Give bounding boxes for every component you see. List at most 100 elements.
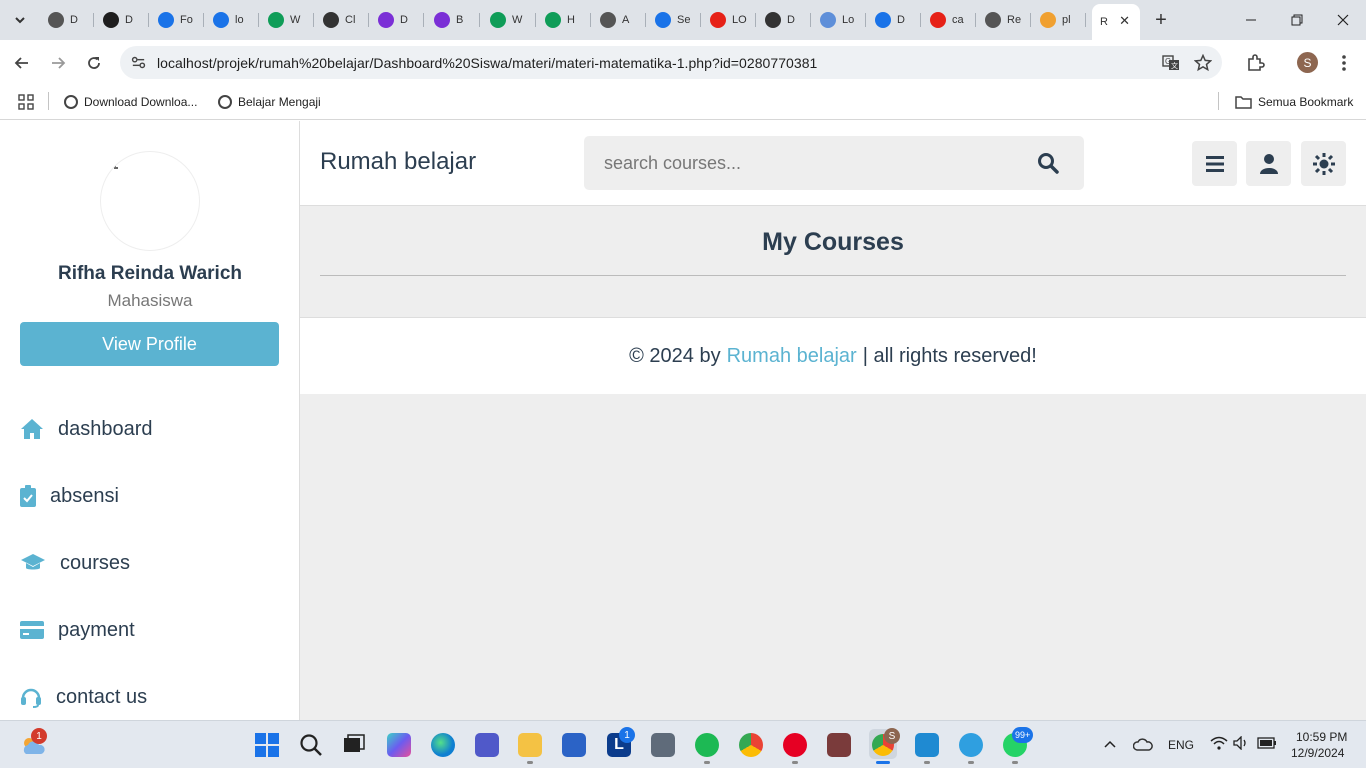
tab-active[interactable]: R ✕ [1092, 4, 1140, 40]
tab-label: H [567, 14, 575, 26]
app-icon-blue[interactable] [959, 733, 983, 757]
tab[interactable]: ca [922, 6, 976, 34]
user-button[interactable] [1246, 141, 1291, 186]
close-window-button[interactable] [1320, 0, 1366, 40]
clock-date[interactable]: 12/9/2024 [1291, 746, 1344, 760]
tab[interactable]: W [482, 6, 536, 34]
restore-button[interactable] [1274, 0, 1320, 40]
tab[interactable]: lo [205, 6, 259, 34]
language-indicator[interactable]: ENG [1168, 738, 1194, 752]
sidebar-item-courses[interactable]: courses [20, 551, 130, 575]
nodes-icon [875, 12, 891, 28]
close-tab-icon[interactable]: ✕ [1119, 13, 1130, 29]
tab[interactable]: pl [1032, 6, 1086, 34]
address-bar[interactable]: localhost/projek/rumah%20belajar/Dashboa… [120, 46, 1222, 79]
view-profile-button[interactable]: View Profile [20, 322, 279, 366]
vscode-app[interactable] [915, 733, 939, 757]
bookmark-label: Download Downloa... [84, 95, 198, 109]
tab[interactable]: H [537, 6, 591, 34]
minimize-button[interactable] [1228, 0, 1274, 40]
tab[interactable]: Re [977, 6, 1031, 34]
winrar-app[interactable] [827, 733, 851, 757]
brand-logo[interactable]: Rumah belajar [320, 148, 476, 176]
pinterest-app[interactable] [783, 733, 807, 757]
tray-overflow-chevron[interactable] [1104, 737, 1116, 751]
bolt-icon [103, 12, 119, 28]
translate-icon[interactable]: G文 [1162, 54, 1180, 72]
copilot-app[interactable] [387, 733, 411, 757]
spotify-app[interactable] [695, 733, 719, 757]
task-view-button[interactable] [342, 733, 366, 757]
profile-avatar[interactable]: S [1297, 52, 1318, 73]
tab-label: B [456, 14, 464, 26]
onedrive-tray[interactable] [1132, 737, 1153, 754]
arrow-left-icon [14, 57, 28, 69]
store-app[interactable] [562, 733, 586, 757]
sidebar-item-payment[interactable]: payment [20, 618, 135, 642]
forward-button[interactable] [45, 50, 71, 76]
footer-brand-link[interactable]: Rumah belajar [727, 345, 857, 368]
tab-label: D [400, 14, 408, 26]
apps-grid-icon[interactable] [18, 92, 34, 112]
tab[interactable]: A [592, 6, 646, 34]
courses-section: My Courses [300, 206, 1366, 316]
tab[interactable]: B [426, 6, 480, 34]
section-title: My Courses [762, 228, 904, 256]
headset-icon [20, 685, 42, 709]
sidebar-item-absensi[interactable]: absensi [20, 484, 119, 508]
tab[interactable]: Fo [150, 6, 204, 34]
wifi-tray[interactable] [1210, 736, 1228, 753]
bookmark-download[interactable]: Download Downloa... [64, 92, 197, 112]
chevron-up-icon [1104, 740, 1116, 748]
sidebar-item-dashboard[interactable]: dashboard [20, 417, 153, 441]
all-bookmarks-folder[interactable]: Semua Bookmark [1235, 92, 1353, 112]
file-explorer-app[interactable] [518, 733, 542, 757]
search-taskbar-button[interactable] [299, 733, 323, 757]
edge-app[interactable] [431, 733, 455, 757]
tab[interactable]: Se [647, 6, 701, 34]
credit-card-icon [20, 618, 44, 642]
tab-label: A [622, 14, 630, 26]
user-role: Mahasiswa [107, 291, 193, 310]
sidebar-item-contact-us[interactable]: contact us [20, 685, 147, 709]
site-info-icon[interactable] [130, 54, 147, 71]
url-text[interactable]: localhost/projek/rumah%20belajar/Dashboa… [157, 55, 817, 71]
chart-icon [820, 12, 836, 28]
start-button[interactable] [255, 733, 279, 757]
volume-tray[interactable] [1233, 735, 1249, 753]
tab[interactable]: LO [702, 6, 756, 34]
search-icon[interactable] [1037, 152, 1059, 174]
camera-app[interactable] [651, 733, 675, 757]
reload-button[interactable] [81, 50, 107, 76]
tab-search-button[interactable] [8, 8, 32, 32]
tab-separator [203, 13, 204, 27]
clock-time[interactable]: 10:59 PM [1296, 730, 1347, 744]
tab[interactable]: D [757, 6, 811, 34]
running-indicator [924, 761, 930, 764]
tab[interactable]: D [95, 6, 149, 34]
back-button[interactable] [9, 50, 35, 76]
tab-label: R [1100, 16, 1108, 28]
bookmark-star-icon[interactable] [1194, 54, 1212, 72]
theme-toggle-button[interactable] [1301, 141, 1346, 186]
search-input[interactable] [584, 136, 1024, 190]
menu-button[interactable] [1192, 141, 1237, 186]
w-icon [545, 12, 561, 28]
tab[interactable]: D [40, 6, 94, 34]
extensions-icon[interactable] [1243, 51, 1267, 75]
battery-tray[interactable] [1257, 737, 1277, 752]
tab[interactable]: D [867, 6, 921, 34]
menu-kebab-icon[interactable] [1332, 51, 1356, 75]
tab[interactable]: Cl [315, 6, 369, 34]
bookmark-belajar-mengaji[interactable]: Belajar Mengaji [218, 92, 321, 112]
tab[interactable]: D [370, 6, 424, 34]
tab-label: lo [235, 14, 244, 26]
globe-icon [64, 95, 78, 109]
tab[interactable]: W [260, 6, 314, 34]
globe-icon [48, 12, 64, 28]
teams-app[interactable] [475, 733, 499, 757]
chrome-app[interactable] [739, 733, 763, 757]
tab[interactable]: Lo [812, 6, 866, 34]
new-tab-button[interactable]: + [1150, 9, 1172, 31]
tab-label: Re [1007, 14, 1022, 26]
